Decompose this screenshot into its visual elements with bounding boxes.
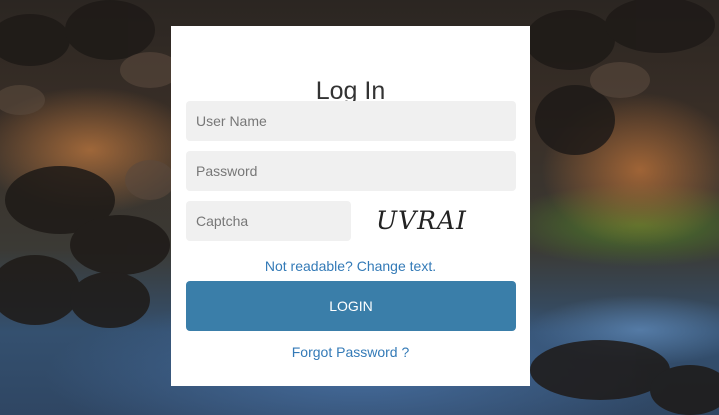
username-input[interactable] xyxy=(186,101,516,141)
change-captcha-link[interactable]: Not readable? Change text. xyxy=(171,258,530,274)
captcha-input[interactable] xyxy=(186,201,351,241)
forgot-password-link[interactable]: Forgot Password ? xyxy=(171,344,530,360)
login-card: Log In UVRAI Not readable? Change text. … xyxy=(171,26,530,386)
login-button[interactable]: LOGIN xyxy=(186,281,516,331)
password-input[interactable] xyxy=(186,151,516,191)
captcha-image: UVRAI xyxy=(376,206,467,235)
